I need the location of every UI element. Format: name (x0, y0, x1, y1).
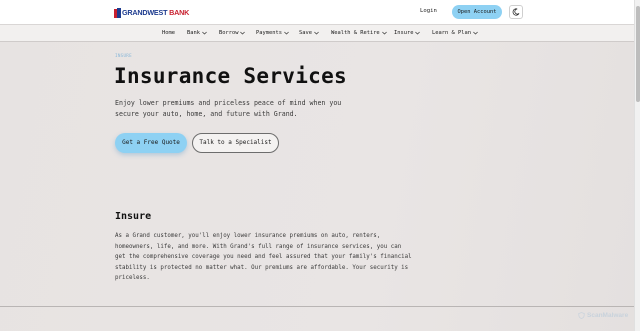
nav-item-insure[interactable]: Insure (394, 30, 421, 36)
logo-main-text: GRANDWEST (122, 8, 168, 17)
nav-item-learn-plan[interactable]: Learn & Plan (432, 30, 478, 36)
nav-item-bank[interactable]: Bank (187, 30, 207, 36)
section-title: Insure (115, 211, 152, 222)
grandwest-logo[interactable]: GRANDWEST BANK (114, 7, 189, 18)
get-free-quote-button[interactable]: Get a Free Quote (115, 133, 187, 153)
divider (0, 306, 634, 307)
nav-item-home[interactable]: Home (162, 30, 175, 36)
nav-item-label: Wealth & Retire (331, 30, 380, 36)
chevron-down-icon (381, 31, 387, 35)
shield-icon (578, 312, 585, 319)
top-header: GRANDWEST BANK Login Open Account (0, 0, 634, 25)
page-scrollbar[interactable] (634, 0, 640, 331)
chevron-down-icon (415, 31, 421, 35)
nav-item-borrow[interactable]: Borrow (219, 30, 246, 36)
nav-item-label: Bank (187, 30, 200, 36)
moon-icon (512, 8, 520, 16)
chevron-down-icon (314, 31, 319, 35)
nav-item-label: Insure (394, 30, 414, 36)
chevron-down-icon (284, 31, 289, 35)
chevron-down-icon (240, 31, 246, 35)
nav-item-label: Save (299, 30, 312, 36)
nav-item-payments[interactable]: Payments (256, 30, 289, 36)
login-link[interactable]: Login (420, 8, 437, 14)
nav-item-label: Home (162, 30, 175, 36)
scanmalware-watermark: ScanMalware (578, 312, 628, 319)
nav-item-label: Payments (256, 30, 282, 36)
nav-item-label: Borrow (219, 30, 239, 36)
chevron-down-icon (473, 31, 478, 35)
nav-item-wealth-retire[interactable]: Wealth & Retire (331, 30, 387, 36)
section-body: As a Grand customer, you'll enjoy lower … (115, 233, 412, 281)
nav-item-save[interactable]: Save (299, 30, 319, 36)
logo-bank-text: BANK (169, 8, 190, 17)
nav-item-label: Learn & Plan (432, 30, 471, 36)
theme-toggle-button[interactable] (509, 5, 523, 19)
page-title: Insurance Services (114, 64, 347, 88)
logo-text: GRANDWEST BANK (122, 8, 189, 17)
talk-to-specialist-button[interactable]: Talk to a Specialist (192, 133, 279, 153)
scrollbar-thumb[interactable] (636, 6, 640, 102)
main-nav: Home Bank Borrow Payments Save Wealth & … (0, 25, 634, 42)
logo-mark-icon (114, 7, 121, 18)
hero-subtitle: Enjoy lower premiums and priceless peace… (115, 99, 342, 118)
open-account-button[interactable]: Open Account (452, 5, 502, 19)
watermark-text: ScanMalware (587, 312, 629, 319)
breadcrumb[interactable]: INSURE (115, 53, 132, 58)
chevron-down-icon (202, 31, 207, 35)
